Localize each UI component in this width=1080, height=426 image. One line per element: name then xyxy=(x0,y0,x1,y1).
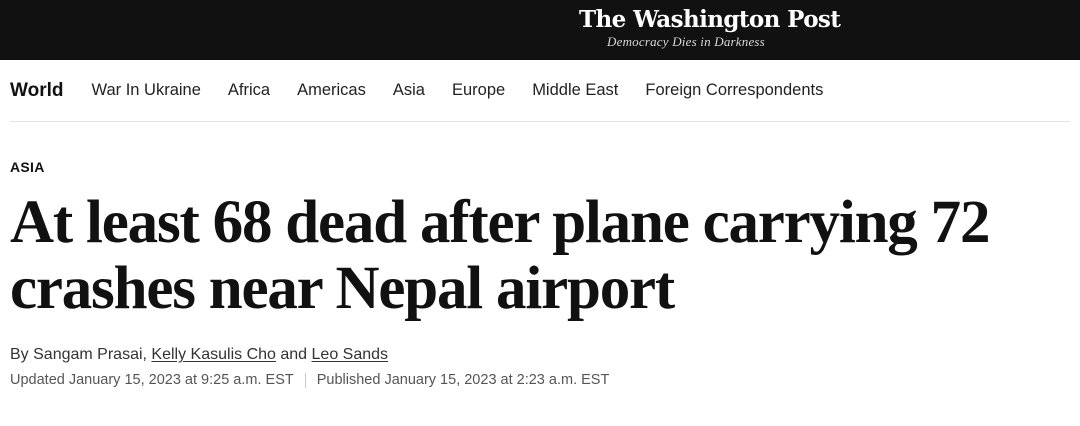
byline: By Sangam Prasai, Kelly Kasulis Cho and … xyxy=(10,345,1070,365)
updated-timestamp: Updated January 15, 2023 at 9:25 a.m. ES… xyxy=(10,372,294,388)
washington-post-logo[interactable]: The Washington Post xyxy=(579,6,841,34)
tagline: Democracy Dies in Darkness xyxy=(607,34,765,49)
section-kicker[interactable]: ASIA xyxy=(10,159,45,175)
nav-section-home-world[interactable]: World xyxy=(10,80,63,102)
byline-separator: , xyxy=(142,346,147,363)
published-timestamp: Published January 15, 2023 at 2:23 a.m. … xyxy=(316,372,610,388)
timestamp-divider xyxy=(304,372,306,388)
nav-item-war-in-ukraine[interactable]: War In Ukraine xyxy=(91,81,200,100)
byline-prefix: By xyxy=(10,346,29,363)
article-headline: At least 68 dead after plane carrying 72… xyxy=(10,189,990,322)
timestamps: Updated January 15, 2023 at 9:25 a.m. ES… xyxy=(10,371,1070,389)
nav-item-foreign-correspondents[interactable]: Foreign Correspondents xyxy=(645,81,823,100)
nav-item-asia[interactable]: Asia xyxy=(393,81,425,100)
author-link[interactable]: Leo Sands xyxy=(312,346,389,363)
byline-conjunction: and xyxy=(280,346,308,363)
nav-item-americas[interactable]: Americas xyxy=(297,81,366,100)
article-header: ASIA At least 68 dead after plane carryi… xyxy=(0,122,1080,389)
nav-item-africa[interactable]: Africa xyxy=(228,81,270,100)
author-name: Sangam Prasai xyxy=(33,346,143,363)
logo-link[interactable]: The Washington Post Democracy Dies in Da… xyxy=(579,6,841,49)
nav-item-europe[interactable]: Europe xyxy=(452,81,505,100)
author-link[interactable]: Kelly Kasulis Cho xyxy=(151,346,276,363)
masthead: The Washington Post Democracy Dies in Da… xyxy=(0,0,1080,60)
section-nav: World War In Ukraine Africa Americas Asi… xyxy=(10,60,1070,122)
nav-item-middle-east[interactable]: Middle East xyxy=(532,81,618,100)
